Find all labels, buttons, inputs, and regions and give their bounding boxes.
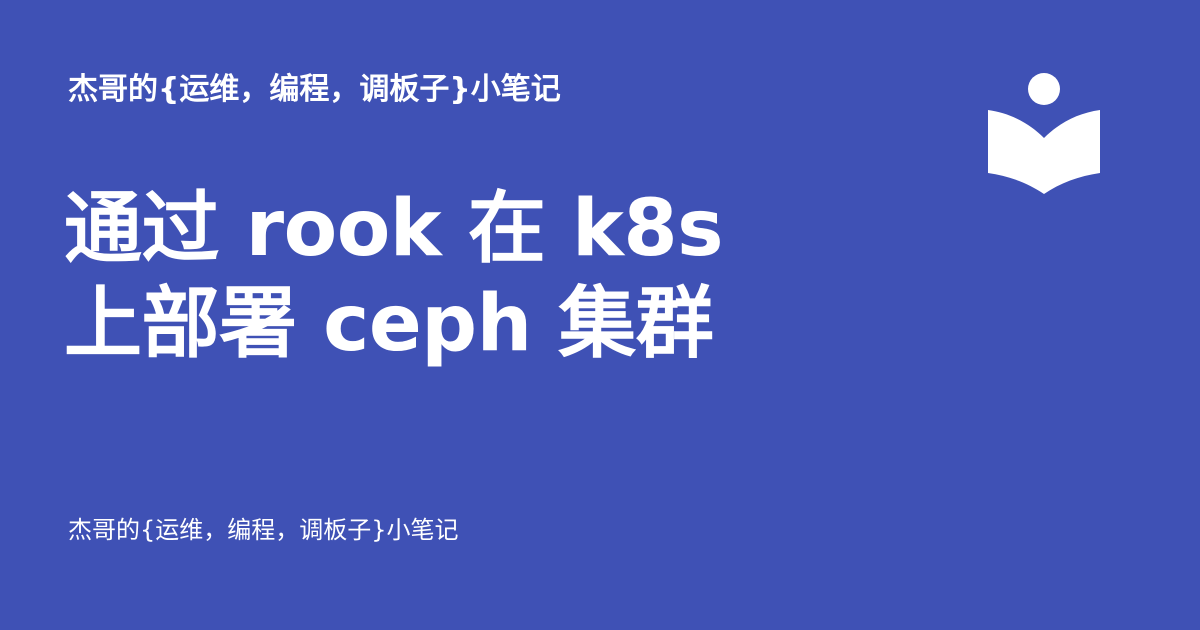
social-share-card: 杰哥的{运维，编程，调板子}小笔记 通过 rook 在 k8s 上部署 ceph… — [0, 0, 1200, 630]
post-title-line-2: 上部署 ceph 集群 — [64, 279, 714, 370]
site-title: 杰哥的{运维，编程，调板子}小笔记 — [68, 72, 561, 107]
open-book-reader-icon — [988, 73, 1100, 194]
post-title: 通过 rook 在 k8s 上部署 ceph 集群 — [64, 182, 904, 372]
post-title-line-1: 通过 rook 在 k8s — [64, 184, 724, 274]
footer-site-title: 杰哥的{运维，编程，调板子}小笔记 — [68, 516, 459, 544]
